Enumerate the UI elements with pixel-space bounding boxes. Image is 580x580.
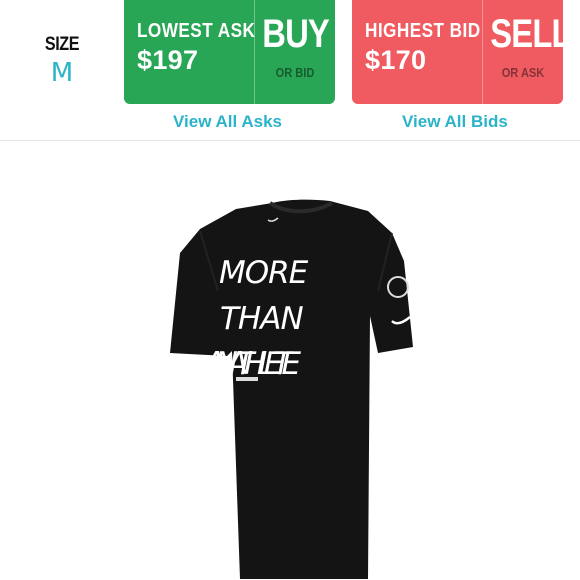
lowest-ask-title: LOWEST ASK xyxy=(137,20,256,42)
view-all-asks-link[interactable]: View All Asks xyxy=(173,112,282,132)
size-selector[interactable]: SIZE M xyxy=(30,34,94,88)
or-bid-label: OR BID xyxy=(275,65,315,80)
sell-label: SELL xyxy=(490,12,563,56)
view-all-bids-link[interactable]: View All Bids xyxy=(402,112,508,132)
graphic-small-logo xyxy=(236,377,258,381)
lowest-ask-card[interactable]: LOWEST ASK $197 BUY OR BID xyxy=(124,0,335,104)
graphic-line-than: THAN xyxy=(220,301,303,337)
lowest-ask-info: LOWEST ASK $197 xyxy=(124,0,256,104)
size-label: SIZE xyxy=(44,34,80,55)
highest-bid-price: $170 xyxy=(365,45,427,75)
market-header: SIZE M LOWEST ASK $197 BUY OR BID HIGHES… xyxy=(0,0,580,140)
sell-button[interactable]: SELL OR ASK xyxy=(483,0,563,104)
graphic-line-more: MORE xyxy=(219,255,309,291)
size-value: M xyxy=(50,58,74,88)
buy-label: BUY xyxy=(262,12,330,56)
graphic-line-athlete: AN ATHLETE xyxy=(202,346,301,382)
highest-bid-title: HIGHEST BID xyxy=(365,20,481,42)
lowest-ask-price: $197 xyxy=(137,45,199,75)
highest-bid-info: HIGHEST BID $170 xyxy=(352,0,482,104)
highest-bid-card[interactable]: HIGHEST BID $170 SELL OR ASK xyxy=(352,0,563,104)
product-image-area: MORE THAN AN ATHLETE xyxy=(0,141,580,580)
tshirt-image: MORE THAN AN ATHLETE xyxy=(170,199,413,580)
or-ask-label: OR ASK xyxy=(501,65,545,80)
buy-button[interactable]: BUY OR BID xyxy=(255,0,335,104)
